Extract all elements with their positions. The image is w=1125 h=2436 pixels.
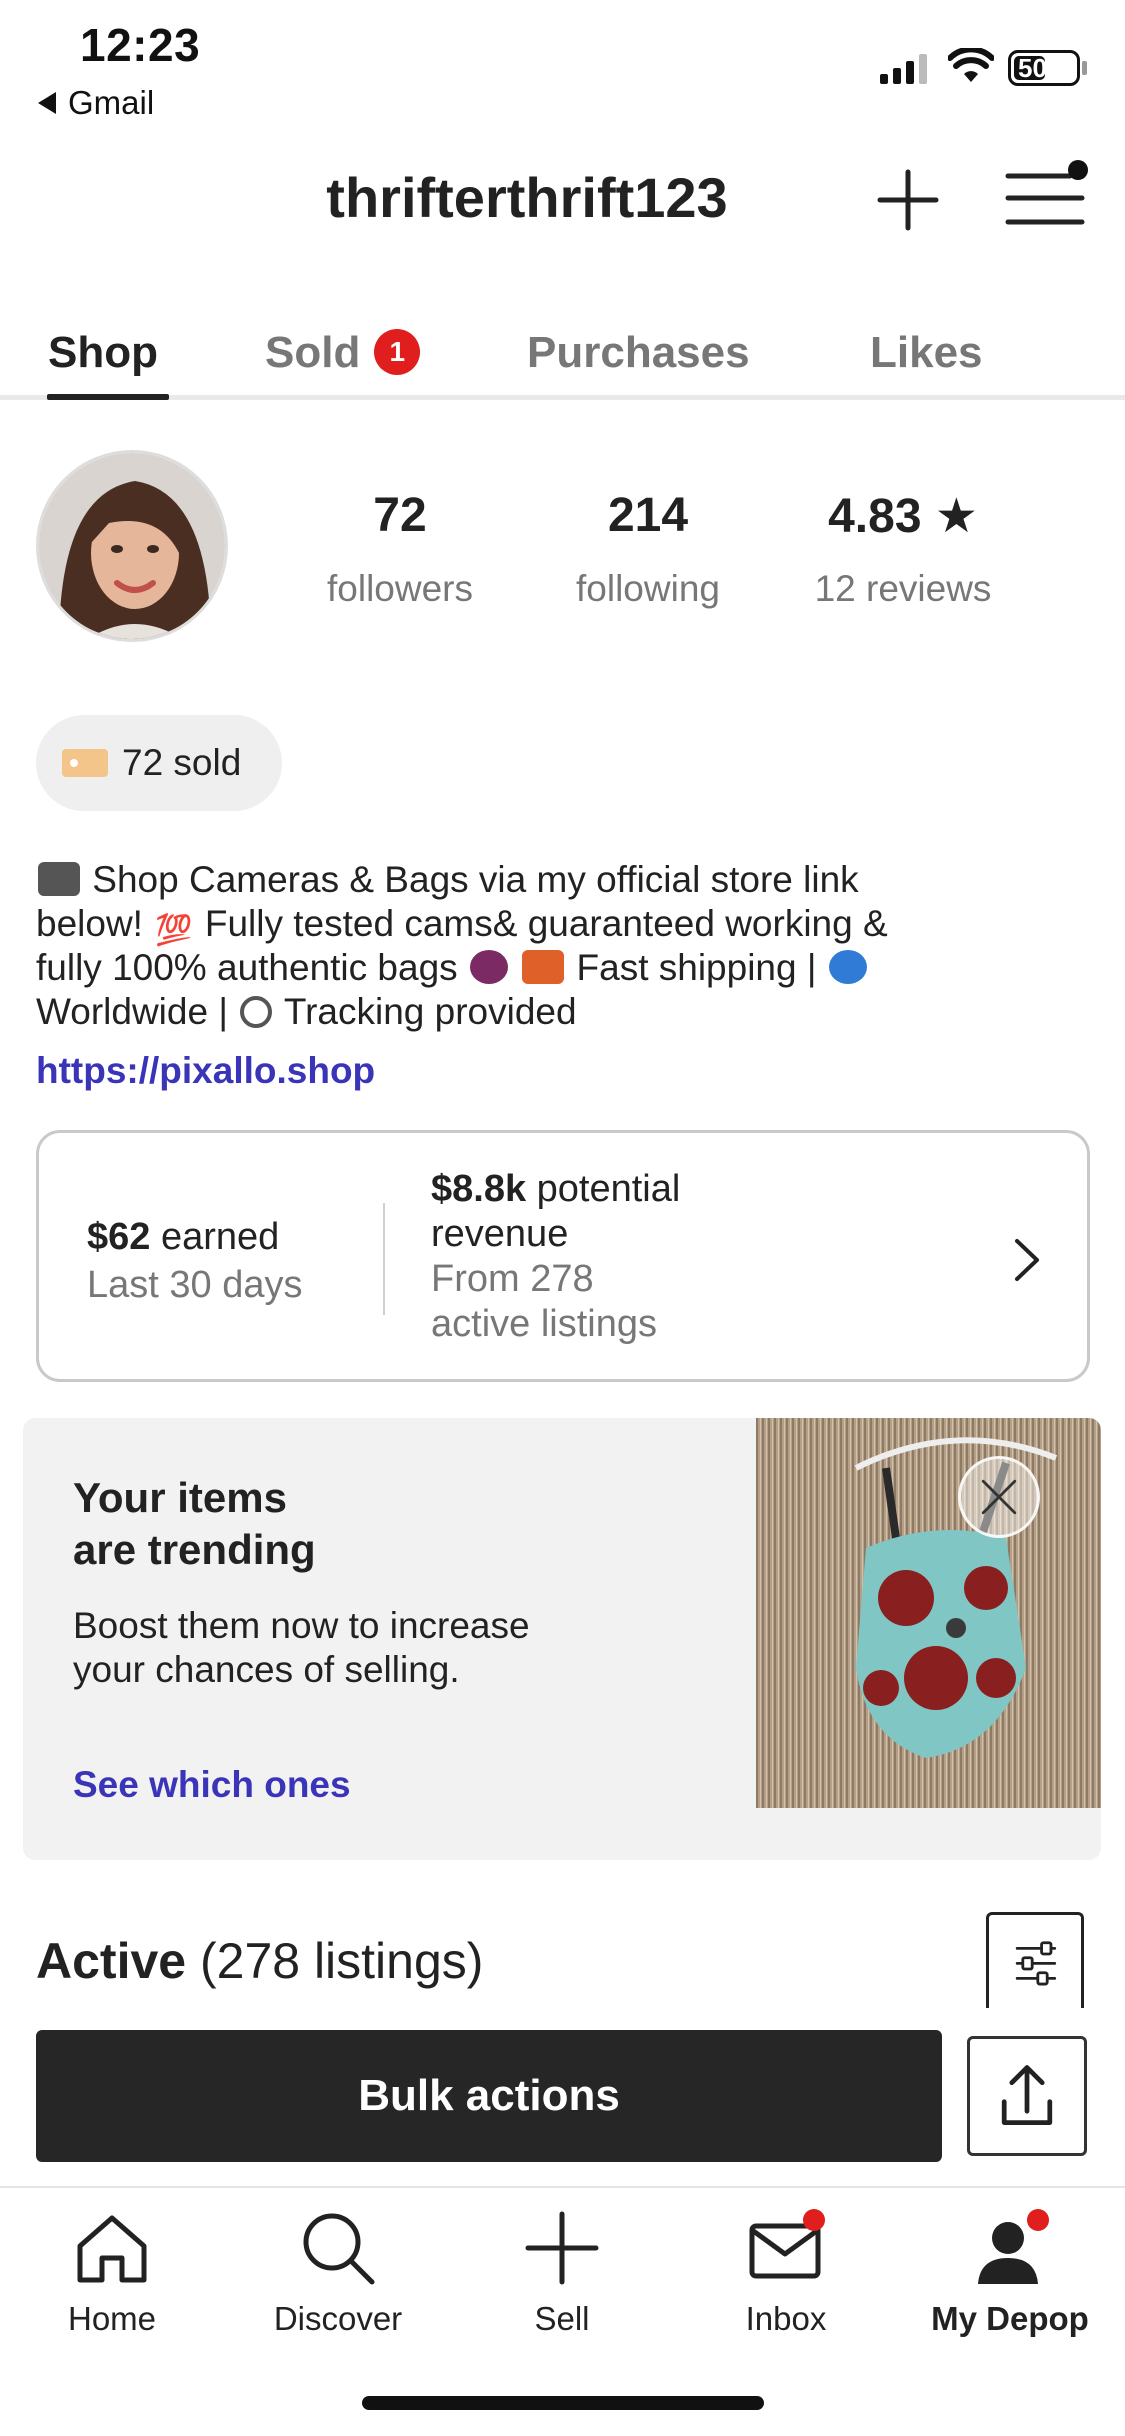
mail-icon (749, 2209, 825, 2279)
reviews-count[interactable]: 12 reviews (788, 568, 1018, 610)
nav-home[interactable]: Home (12, 2208, 212, 2338)
see-which-ones-link[interactable]: See which ones (73, 1764, 351, 1806)
home-indicator (362, 2396, 764, 2410)
nav-sell[interactable]: Sell (462, 2208, 662, 2338)
magnifier-emoji-icon (240, 996, 273, 1028)
battery-icon: 50 (1008, 50, 1080, 86)
chevron-right-icon (1015, 1239, 1039, 1281)
home-icon (77, 2215, 147, 2283)
earnings-card[interactable]: $62 earned Last 30 days $8.8k potential … (36, 1130, 1090, 1382)
battery-level: 50 (1014, 55, 1047, 81)
following-label[interactable]: following (548, 568, 748, 610)
avatar[interactable] (36, 450, 228, 642)
trending-title: Your items are trending (73, 1474, 316, 1573)
trending-body: Boost them now to increase your chances … (73, 1605, 530, 1690)
earnings-divider (383, 1203, 385, 1315)
rating-value[interactable]: 4.83 ★ (788, 488, 1018, 544)
trending-item-image[interactable] (756, 1418, 1101, 1808)
tab-likes[interactable]: Likes (870, 328, 983, 378)
globe-emoji-icon (828, 950, 867, 984)
followers-label[interactable]: followers (300, 568, 500, 610)
search-icon (303, 2213, 375, 2285)
hamburger-menu-icon[interactable] (1004, 160, 1090, 234)
status-time: 12:23 (80, 19, 201, 71)
hundred-emoji-icon: 💯 (155, 914, 193, 947)
grapes-emoji-icon (469, 950, 508, 984)
nav-inbox[interactable]: Inbox (686, 2208, 886, 2338)
bulk-actions-button[interactable]: Bulk actions (36, 2030, 942, 2162)
sold-badge: 1 (374, 329, 421, 375)
followers-count[interactable]: 72 (300, 488, 500, 543)
revenue-summary: $8.8k potential revenue From 278 active … (431, 1168, 681, 1345)
back-app-label: Gmail (68, 84, 155, 121)
active-listings-title: Active (278 listings) (36, 1933, 484, 1989)
truck-emoji-icon (522, 950, 565, 984)
profile-tabs: Shop Sold 1 Purchases Likes (0, 320, 1125, 400)
sold-count: 72 sold (122, 742, 242, 783)
battery-cap (1082, 61, 1087, 75)
earned-summary: $62 earned Last 30 days (87, 1216, 303, 1306)
nav-my-depop[interactable]: My Depop (910, 2208, 1110, 2338)
plus-icon (525, 2211, 599, 2285)
profile-bio: Shop Cameras & Bags via my official stor… (36, 859, 888, 1032)
trending-card: Your items are trending Boost them now to… (23, 1418, 1101, 1860)
active-tab-indicator (47, 394, 169, 400)
filter-icon[interactable] (986, 1912, 1084, 2008)
wifi-icon (948, 48, 994, 82)
price-tag-icon (62, 749, 108, 777)
tab-purchases[interactable]: Purchases (527, 328, 750, 378)
tab-shop[interactable]: Shop (48, 328, 158, 378)
sold-count-pill: 72 sold (36, 715, 282, 811)
back-to-app-button[interactable]: Gmail (38, 84, 154, 122)
nav-discover[interactable]: Discover (238, 2208, 438, 2338)
following-count[interactable]: 214 (548, 488, 748, 543)
plus-icon[interactable] (876, 168, 940, 232)
profile-icon (978, 2209, 1049, 2284)
close-icon[interactable] (958, 1456, 1040, 1538)
back-triangle-icon (38, 92, 56, 114)
store-link[interactable]: https://pixallo.shop (36, 1050, 375, 1092)
cellular-signal-icon (880, 52, 927, 84)
share-icon[interactable] (967, 2036, 1087, 2156)
tab-sold[interactable]: Sold 1 (265, 328, 421, 378)
camera-emoji-icon (38, 862, 80, 896)
